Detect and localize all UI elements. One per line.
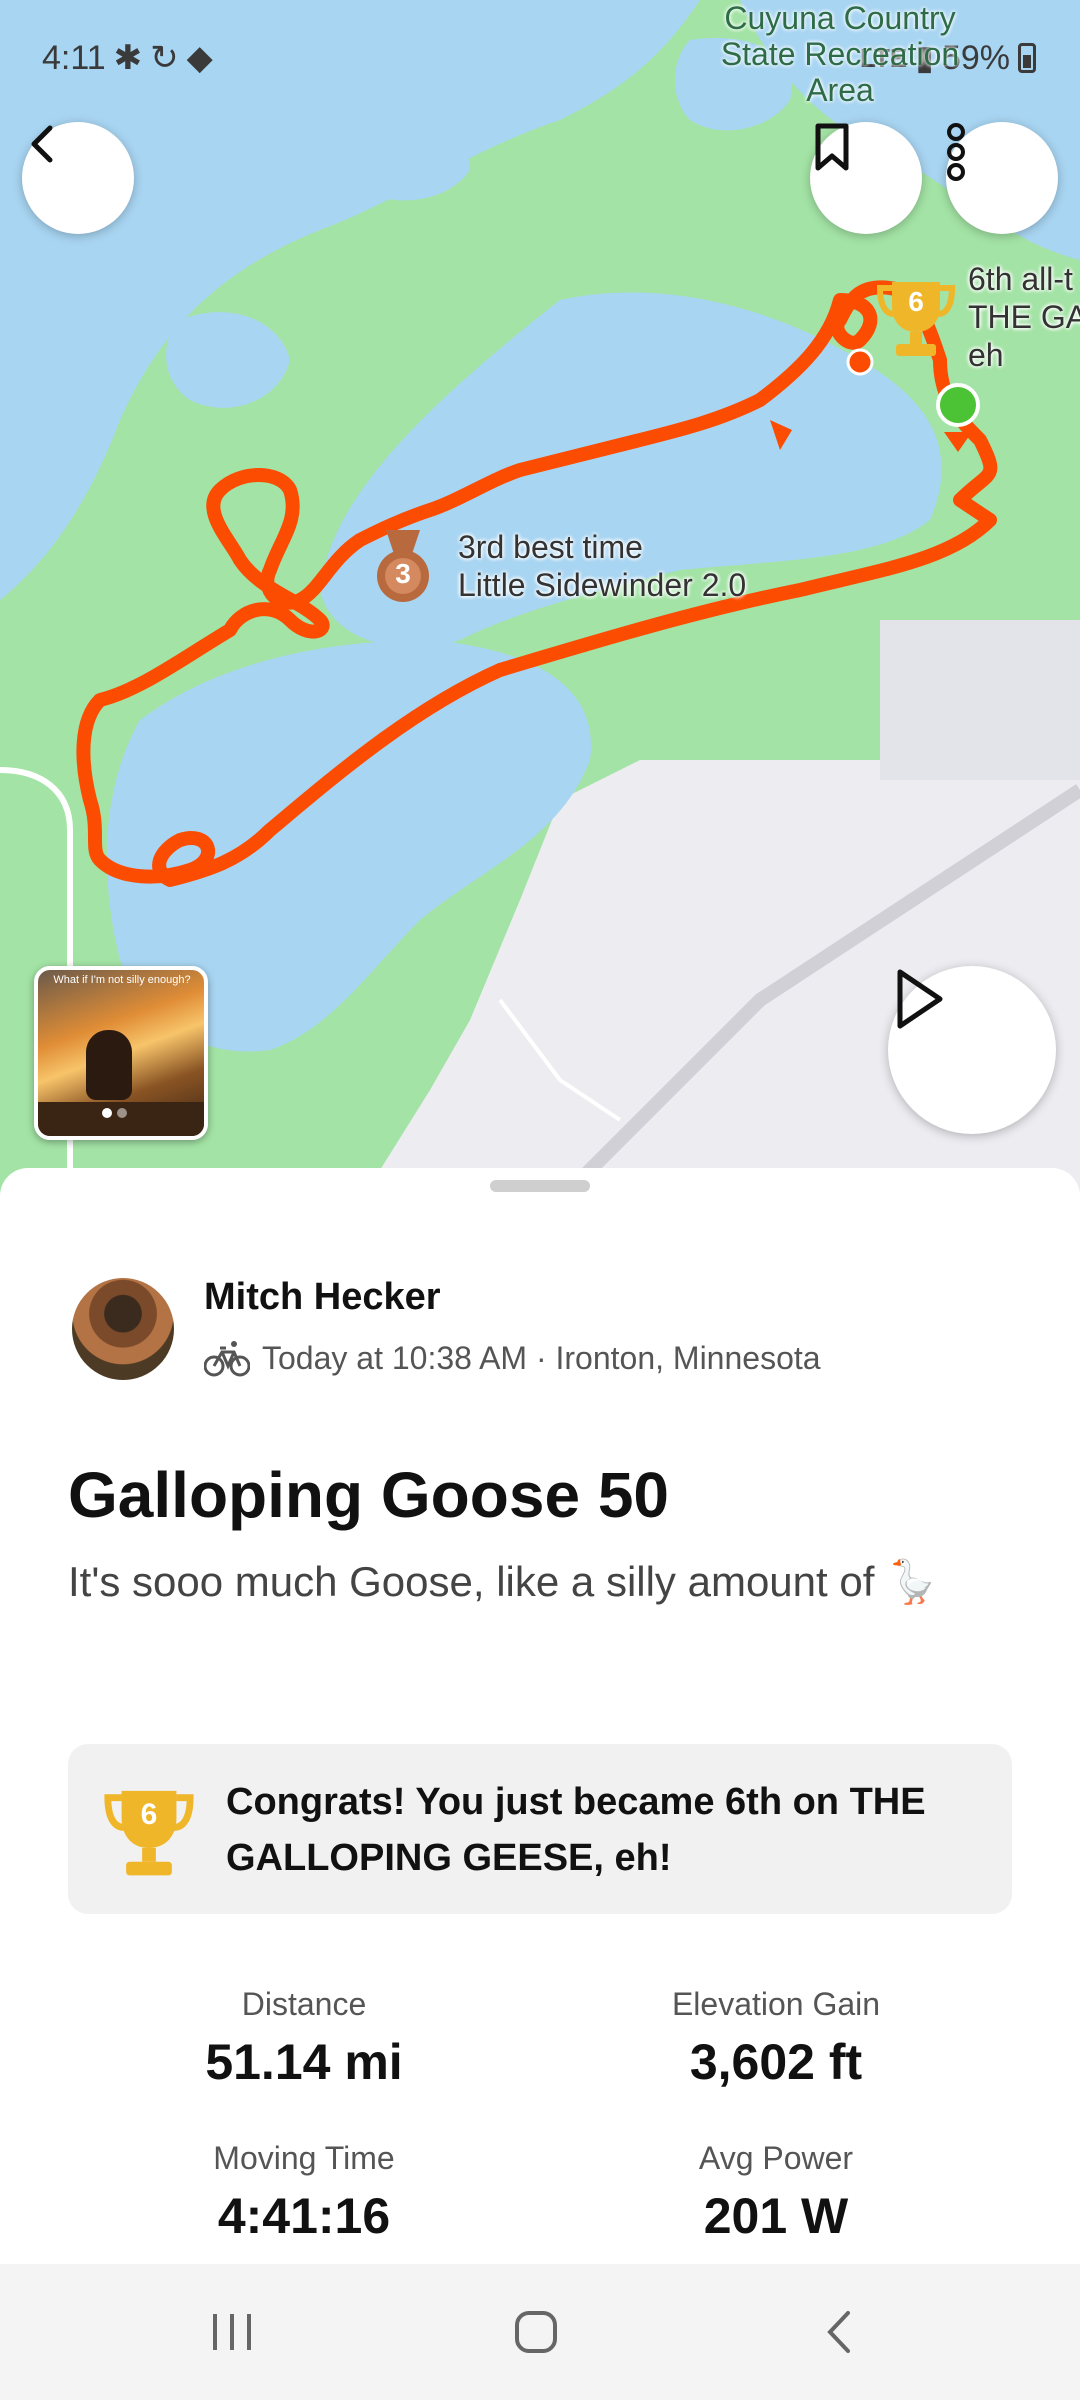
- more-options-button[interactable]: [946, 122, 1058, 234]
- achievement-banner[interactable]: 6 Congrats! You just became 6th on THE G…: [68, 1744, 1012, 1914]
- start-marker: [936, 383, 980, 427]
- segment-alltime-name: THE GA: [968, 299, 1080, 335]
- status-bar-left: 4:11 ✱ ↻ ◆: [42, 38, 213, 78]
- system-back-button[interactable]: [800, 2294, 880, 2370]
- home-button[interactable]: [496, 2294, 576, 2370]
- avatar[interactable]: [72, 1278, 174, 1380]
- park-label: Cuyuna Country State Recreation Area: [720, 0, 960, 108]
- vertical-dots-icon: [947, 123, 965, 181]
- bronze-medal-icon: 3: [368, 526, 438, 606]
- shield-icon: ◆: [186, 39, 213, 77]
- bookmark-button[interactable]: [810, 122, 922, 234]
- segment-alltime-suffix: eh: [968, 337, 1004, 373]
- medal-rank: 3: [395, 558, 411, 589]
- bluetooth-icon: ✱: [113, 39, 143, 77]
- goose-silhouette: [86, 1030, 132, 1100]
- bike-icon: [204, 1341, 250, 1377]
- battery-icon: [1018, 43, 1036, 73]
- stat-label: Distance: [241, 1986, 367, 2022]
- activity-sheet[interactable]: Mitch Hecker Today at 10:38 AM · Ironton…: [0, 1168, 1080, 2264]
- stat-value: 3,602 ft: [689, 2034, 863, 2090]
- trophy-rank: 6: [908, 286, 924, 317]
- clock: 4:11: [42, 38, 106, 77]
- stat-moving-time: Moving Time 4:41:16: [94, 2140, 514, 2245]
- segment-best-name: Little Sidewinder 2.0: [458, 567, 747, 603]
- segment-best-label[interactable]: 3rd best time Little Sidewinder 2.0: [458, 528, 746, 604]
- sync-icon: ↻: [150, 39, 179, 77]
- play-icon: [897, 969, 943, 1029]
- stat-elevation: Elevation Gain 3,602 ft: [566, 1986, 986, 2091]
- trophy-icon: 6: [876, 276, 956, 360]
- recents-icon: [213, 2314, 251, 2350]
- achievement-text: Congrats! You just became 6th on THE GAL…: [226, 1781, 926, 1879]
- photo-pager-dots: [102, 1108, 127, 1118]
- activity-time-location: Today at 10:38 AM · Ironton, Minnesota: [262, 1339, 821, 1376]
- activity-meta: Today at 10:38 AM · Ironton, Minnesota: [204, 1338, 821, 1378]
- stat-value: 51.14 mi: [205, 2034, 403, 2090]
- system-nav-bar: [0, 2264, 1080, 2400]
- back-button[interactable]: [22, 122, 134, 234]
- home-icon: [515, 2311, 557, 2353]
- activity-title: Galloping Goose 50: [68, 1459, 669, 1531]
- bookmark-icon: [815, 123, 849, 171]
- play-flyover-button[interactable]: [888, 966, 1056, 1134]
- trophy-icon: 6: [102, 1784, 196, 1880]
- recents-button[interactable]: [192, 2294, 272, 2370]
- chevron-left-icon: [31, 125, 53, 163]
- stat-label: Elevation Gain: [671, 1986, 881, 2022]
- photo-caption: What if I'm not silly enough?: [53, 974, 191, 986]
- segment-best-rank-text: 3rd best time: [458, 529, 643, 565]
- segment-alltime-label[interactable]: 6th all-t THE GA eh: [968, 260, 1080, 374]
- segment-alltime-rank-text: 6th all-t: [968, 261, 1073, 297]
- sheet-drag-handle[interactable]: [490, 1180, 590, 1192]
- stat-value: 201 W: [703, 2188, 849, 2244]
- stat-avg-power: Avg Power 201 W: [566, 2140, 986, 2245]
- route-map[interactable]: 4:11 ✱ ↻ ◆ LTE ▮ 59% Cuyuna Country Stat…: [0, 0, 1080, 1200]
- stat-label: Avg Power: [698, 2140, 854, 2176]
- athlete-name[interactable]: Mitch Hecker: [204, 1276, 441, 1319]
- achievement-rank: 6: [140, 1798, 158, 1831]
- stat-distance: Distance 51.14 mi: [94, 1986, 514, 2091]
- stat-label: Moving Time: [213, 2140, 395, 2176]
- activity-photo-thumbnail[interactable]: What if I'm not silly enough?: [34, 966, 208, 1140]
- chevron-left-icon: [827, 2311, 850, 2353]
- activity-description: It's sooo much Goose, like a silly amoun…: [68, 1558, 939, 1605]
- stat-value: 4:41:16: [217, 2188, 391, 2244]
